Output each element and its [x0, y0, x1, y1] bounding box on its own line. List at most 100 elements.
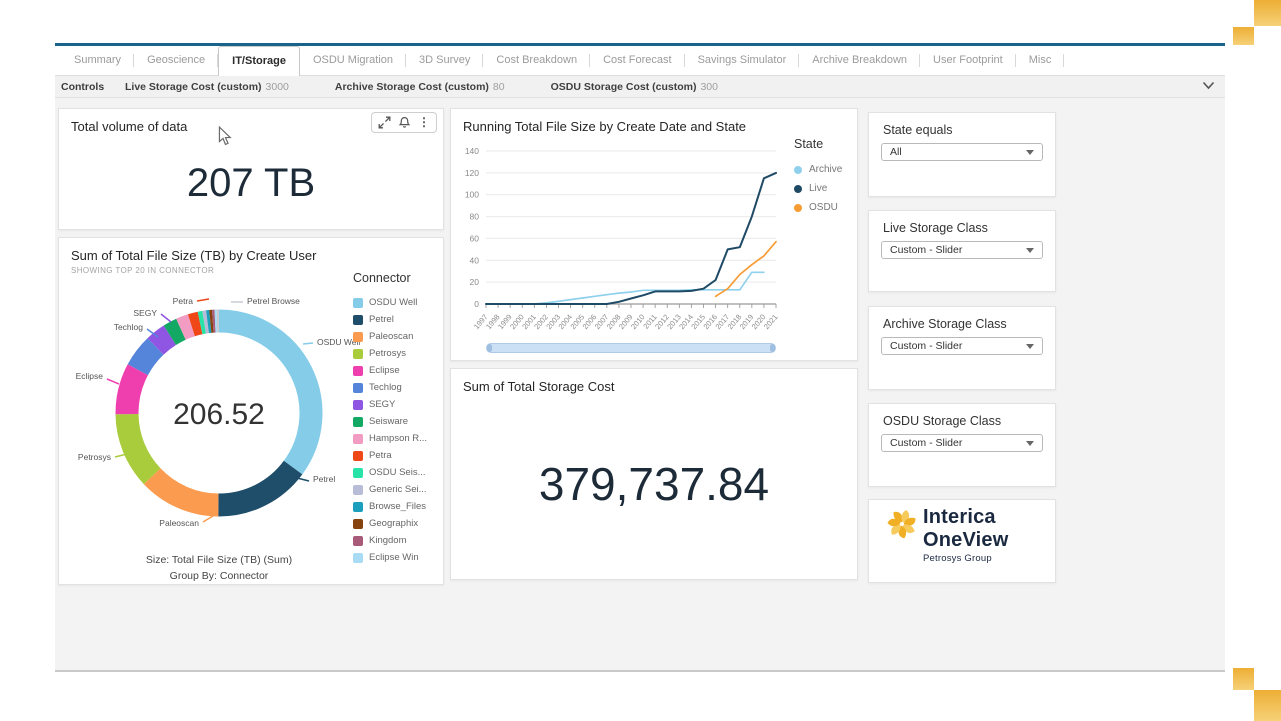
filter-label: Live Storage Class [883, 221, 988, 235]
svg-text:140: 140 [465, 146, 479, 156]
donut-callout-segy: SEGY [133, 308, 157, 318]
donut-slice-osdu-seis[interactable] [200, 322, 204, 323]
menu-dots-icon[interactable]: ⋮ [418, 116, 430, 129]
legend-swatch [353, 298, 363, 308]
legend-swatch [353, 502, 363, 512]
logo-line-oneview: OneView [923, 529, 1009, 552]
legend-swatch [353, 519, 363, 529]
logo-text: Interica OneView Petrosys Group [923, 506, 1009, 566]
control-archive-storage-cost-custom[interactable]: Archive Storage Cost (custom)80 [335, 81, 505, 93]
tab-cost-breakdown[interactable]: Cost Breakdown [483, 46, 590, 75]
control-live-storage-cost-custom[interactable]: Live Storage Cost (custom)3000 [125, 81, 289, 93]
tab-summary[interactable]: Summary [61, 46, 134, 75]
legend-swatch [353, 451, 363, 461]
donut-slice-seisware[interactable] [170, 329, 181, 335]
total-cost-value: 379,737.84 [451, 457, 857, 511]
legend-item-segy[interactable]: SEGY [353, 396, 427, 413]
alert-bell-icon[interactable] [398, 116, 411, 129]
line-legend: State ArchiveLiveOSDU [794, 137, 842, 217]
legend-item-geographix[interactable]: Geographix [353, 515, 427, 532]
donut-callout-eclipse: Eclipse [76, 371, 104, 381]
filter-label: State equals [883, 123, 953, 137]
controls-collapse-chevron-icon[interactable] [1202, 81, 1215, 90]
tab-misc[interactable]: Misc [1016, 46, 1065, 75]
donut-slice-petra[interactable] [191, 323, 200, 325]
legend-swatch [353, 553, 363, 563]
legend-item-eclipse-win[interactable]: Eclipse Win [353, 549, 427, 566]
filter-card-state-equals: State equals All [868, 112, 1056, 197]
logo-line-interica: Interica [923, 506, 1009, 529]
legend-item-paleoscan[interactable]: Paleoscan [353, 328, 427, 345]
deco-gold-square-bottom-1 [1233, 668, 1254, 690]
legend-item-generic-sei[interactable]: Generic Sei... [353, 481, 427, 498]
tab-geoscience[interactable]: Geoscience [134, 46, 218, 75]
legend-item-osdu-seis[interactable]: OSDU Seis... [353, 464, 427, 481]
legend-item-live[interactable]: Live [794, 179, 842, 198]
donut-slice-techlog[interactable] [138, 346, 156, 369]
donut-callout-petrosys: Petrosys [78, 452, 111, 462]
legend-item-petrosys[interactable]: Petrosys [353, 345, 427, 362]
donut-slice-hampson-r[interactable] [181, 325, 191, 329]
donut-legend: Connector OSDU WellPetrelPaleoscanPetros… [353, 271, 427, 566]
line-series-osdu [716, 242, 776, 297]
deco-gold-square-bottom-2 [1254, 690, 1281, 721]
line-legend-title: State [794, 137, 842, 151]
filter-card-live-storage-class: Live Storage Class Custom - Slider [868, 210, 1056, 292]
legend-item-petra[interactable]: Petra [353, 447, 427, 464]
donut-footer-groupby: Group By: Connector [79, 568, 359, 584]
svg-text:60: 60 [470, 233, 480, 243]
tab-archive-breakdown[interactable]: Archive Breakdown [799, 46, 920, 75]
tab-it-storage[interactable]: IT/Storage [218, 46, 300, 76]
card-total-cost-title: Sum of Total Storage Cost [463, 379, 615, 394]
legend-swatch [353, 417, 363, 427]
donut-legend-title: Connector [353, 271, 427, 285]
legend-swatch [353, 349, 363, 359]
tab-savings-simulator[interactable]: Savings Simulator [685, 46, 800, 75]
card-running-total: Running Total File Size by Create Date a… [450, 108, 858, 361]
legend-item-osdu[interactable]: OSDU [794, 198, 842, 217]
logo-line-petrosys: Petrosys Group [923, 552, 1009, 566]
svg-text:100: 100 [465, 190, 479, 200]
card-total-volume-title: Total volume of data [71, 119, 187, 134]
legend-dot [794, 204, 802, 212]
donut-center-total: 206.52 [119, 398, 319, 432]
legend-swatch [353, 332, 363, 342]
donut-slice-paleoscan[interactable] [152, 476, 218, 505]
donut-footer: Size: Total File Size (TB) (Sum) Group B… [79, 552, 359, 584]
donut-slice-osdu-well[interactable] [219, 321, 311, 468]
filter-dropdown-archive-storage-class[interactable]: Custom - Slider [881, 337, 1043, 355]
legend-item-browse-files[interactable]: Browse_Files [353, 498, 427, 515]
donut-callout-petra: Petra [173, 296, 194, 306]
chevron-down-icon [1026, 441, 1034, 446]
filter-dropdown-osdu-storage-class[interactable]: Custom - Slider [881, 434, 1043, 452]
legend-item-kingdom[interactable]: Kingdom [353, 532, 427, 549]
filter-dropdown-live-storage-class[interactable]: Custom - Slider [881, 241, 1043, 259]
card-donut-file-size: Sum of Total File Size (TB) by Create Us… [58, 237, 444, 585]
card-logo: Interica OneView Petrosys Group [868, 499, 1056, 583]
legend-item-osdu-well[interactable]: OSDU Well [353, 294, 427, 311]
donut-slice-petrel[interactable] [218, 468, 293, 505]
filter-dropdown-state-equals[interactable]: All [881, 143, 1043, 161]
controls-bar-title: Controls [61, 81, 125, 93]
legend-item-eclipse[interactable]: Eclipse [353, 362, 427, 379]
expand-icon[interactable] [378, 116, 391, 129]
tab-osdu-migration[interactable]: OSDU Migration [300, 46, 406, 75]
control-osdu-storage-cost-custom[interactable]: OSDU Storage Cost (custom)300 [551, 81, 718, 93]
legend-swatch [353, 468, 363, 478]
legend-item-seisware[interactable]: Seisware [353, 413, 427, 430]
donut-callout-petrel-browse: Petrel Browse [247, 296, 300, 306]
legend-swatch [353, 400, 363, 410]
legend-item-techlog[interactable]: Techlog [353, 379, 427, 396]
mouse-cursor [218, 126, 232, 146]
sheet-tab-bar: SummaryGeoscienceIT/StorageOSDU Migratio… [55, 46, 1225, 76]
legend-item-archive[interactable]: Archive [794, 160, 842, 179]
card-total-cost: Sum of Total Storage Cost 379,737.84 [450, 368, 858, 580]
legend-item-petrel[interactable]: Petrel [353, 311, 427, 328]
date-range-scrollbar[interactable] [486, 343, 776, 353]
tab-user-footprint[interactable]: User Footprint [920, 46, 1016, 75]
tab-3d-survey[interactable]: 3D Survey [406, 46, 483, 75]
tab-cost-forecast[interactable]: Cost Forecast [590, 46, 684, 75]
donut-callout-techlog: Techlog [114, 322, 144, 332]
controls-items: Live Storage Cost (custom)3000 Archive St… [125, 81, 764, 93]
legend-item-hampson-r[interactable]: Hampson R... [353, 430, 427, 447]
